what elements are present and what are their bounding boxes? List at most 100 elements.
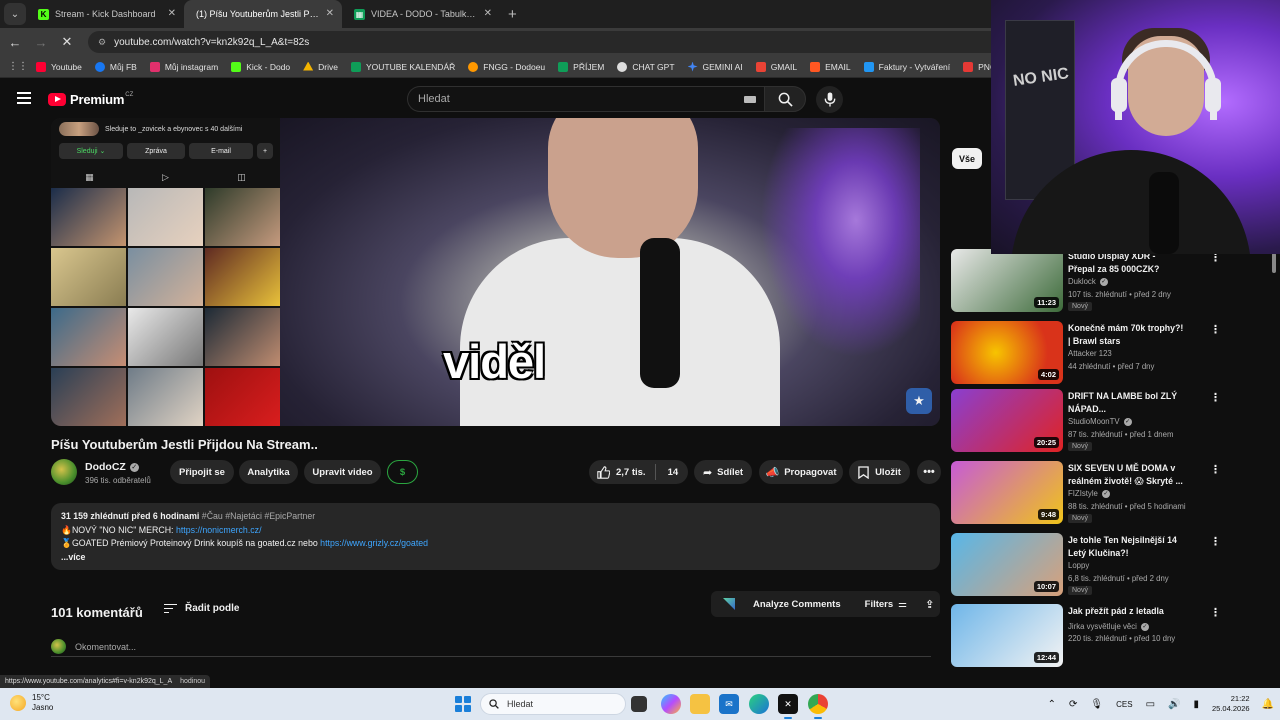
keyboard-icon[interactable] [744, 96, 756, 103]
recommendation-item[interactable]: 11:23 Studio Display XDR - Přepal za 85 … [951, 249, 1221, 315]
task-view-icon[interactable] [631, 696, 647, 712]
filters-button[interactable]: Filters ⚌ [865, 599, 907, 610]
video-thumbnail[interactable]: 20:25 [951, 389, 1063, 452]
description-box[interactable]: 31 159 zhlédnutí před 6 hodinami #Čau #N… [51, 503, 940, 570]
network-icon[interactable]: ▭ [1146, 699, 1155, 710]
forward-arrow-icon[interactable]: → [30, 35, 52, 50]
show-more-link[interactable]: ...více [61, 551, 930, 565]
bookmark-faktury[interactable]: Faktury - Vytváření [863, 61, 950, 72]
apps-grid-icon[interactable]: ⋮⋮ [8, 61, 28, 72]
join-button[interactable]: Připojit se [170, 460, 234, 484]
channel-avatar[interactable] [51, 459, 77, 485]
weather-widget[interactable]: 15°C Jasno [10, 693, 53, 713]
bookmark-drive[interactable]: Drive [303, 61, 338, 72]
recommendation-channel[interactable]: Jirka vysvětluje věci ✓ [1068, 622, 1149, 631]
bookmark-instagram[interactable]: Můj instagram [149, 61, 218, 72]
tab-search-button[interactable]: ⌄ [4, 3, 26, 25]
save-button[interactable]: Uložit [849, 460, 910, 484]
sidebar-scrollbar[interactable] [1272, 253, 1276, 273]
video-thumbnail[interactable]: 11:23 [951, 249, 1063, 312]
kebab-menu-icon[interactable]: ⋮ [1210, 323, 1221, 336]
video-player[interactable]: Sleduje to _zovicek a ebynovec s 40 dalš… [51, 118, 940, 426]
recommendation-title[interactable]: Konečně mám 70k trophy?! | Brawl stars [1068, 322, 1184, 347]
taskbar-search-input[interactable]: Hledat [480, 693, 626, 715]
site-info-icon[interactable]: ⚙ [98, 37, 106, 48]
youtube-premium-logo[interactable]: Premium CZ [48, 92, 133, 107]
stop-loading-icon[interactable]: ✕ [56, 34, 78, 50]
thanks-dollar-button[interactable]: $ [387, 460, 418, 484]
clock[interactable]: 21:22 25.04.2026 [1212, 694, 1250, 714]
recommendation-item[interactable]: 20:25 DRIFT NA LAMBE bol ZLÝ NÁPAD... St… [951, 389, 1221, 455]
address-bar[interactable]: ⚙ youtube.com/watch?v=kn2k92q_L_A&t=82s [88, 31, 1008, 53]
search-input[interactable]: Hledat [407, 86, 764, 112]
chrome-icon[interactable] [808, 694, 828, 719]
recommendation-channel[interactable]: FIZIstyle ✓ [1068, 489, 1110, 498]
search-button[interactable] [764, 86, 806, 112]
promote-button[interactable]: 📣 Propagovat [759, 460, 843, 484]
battery-icon[interactable]: ▮ [1193, 699, 1199, 710]
bookmark-youtube-calendar[interactable]: YOUTUBE KALENDÁŘ [350, 61, 455, 72]
edge-icon[interactable] [749, 694, 769, 714]
recommendation-title[interactable]: SIX SEVEN U MĚ DOMA v reálném životě! 😱 … [1068, 462, 1184, 487]
analyze-comments-button[interactable]: Analyze Comments [753, 599, 841, 610]
bookmark-email[interactable]: EMAIL [810, 61, 851, 72]
recommendation-item[interactable]: 4:02 Konečně mám 70k trophy?! | Brawl st… [951, 321, 1221, 387]
new-tab-button[interactable]: + [508, 6, 517, 23]
tab-google-sheets[interactable]: ▦ VIDEA - DODO - Tabulky Googlu ✕ [342, 0, 500, 28]
sync-icon[interactable]: ⟳ [1069, 699, 1077, 710]
recommendation-channel[interactable]: StudioMoonTV ✓ [1068, 417, 1132, 426]
analytics-button[interactable]: Analytika [239, 460, 298, 484]
bookmark-chatgpt[interactable]: CHAT GPT [617, 61, 675, 72]
add-comment-input[interactable]: Okomentovat... [51, 637, 931, 657]
bookmark-fngg[interactable]: FNGG - Dodoeu [468, 61, 545, 72]
recommendation-title[interactable]: Jak přežít pád z letadla [1068, 605, 1184, 618]
hashtags[interactable]: #Čau #Najetáci #EpicPartner [202, 511, 315, 521]
file-explorer-icon[interactable] [690, 694, 710, 714]
recommendation-title[interactable]: Je tohle Ten Nejsilnější 14 Letý Klučina… [1068, 534, 1184, 559]
volume-icon[interactable]: 🔊 [1168, 699, 1180, 710]
back-arrow-icon[interactable]: ← [4, 35, 26, 50]
kebab-menu-icon[interactable]: ⋮ [1210, 391, 1221, 404]
voice-search-button[interactable] [816, 86, 843, 113]
kebab-menu-icon[interactable]: ⋮ [1210, 463, 1221, 476]
more-actions-button[interactable]: ••• [917, 460, 941, 484]
video-thumbnail[interactable]: 4:02 [951, 321, 1063, 384]
kebab-menu-icon[interactable]: ⋮ [1210, 535, 1221, 548]
bookmark-gmail[interactable]: GMAIL [755, 61, 797, 72]
capcut-icon[interactable]: ✕ [778, 694, 798, 719]
share-button[interactable]: ➦ Sdílet [694, 460, 752, 484]
notification-bell-icon[interactable]: 🔔 [1262, 699, 1274, 710]
bookmark-youtube[interactable]: Youtube [36, 61, 82, 72]
recommendation-channel[interactable]: Duklock ✓ [1068, 277, 1108, 286]
bookmark-gemini[interactable]: GEMINI AI [687, 61, 743, 72]
close-icon[interactable]: ✕ [484, 8, 492, 19]
chevron-up-icon[interactable]: ⌃ [1048, 699, 1056, 710]
copilot-icon[interactable] [661, 694, 681, 714]
recommendation-item[interactable]: 9:48 SIX SEVEN U MĚ DOMA v reálném život… [951, 461, 1221, 527]
menu-icon[interactable] [17, 92, 31, 104]
like-button[interactable]: 2,7 tis. [589, 460, 646, 484]
outlook-icon[interactable]: ✉ [719, 694, 739, 714]
video-thumbnail[interactable]: 9:48 [951, 461, 1063, 524]
close-icon[interactable]: ✕ [168, 8, 176, 19]
sort-comments-button[interactable]: Řadit podle [164, 603, 239, 614]
tab-youtube-video[interactable]: (1) Píšu Youtuberům Jestli Přijdou Na St… [184, 0, 342, 28]
edit-video-button[interactable]: Upravit video [304, 460, 381, 484]
tab-kick-dashboard[interactable]: K Stream - Kick Dashboard ✕ [26, 0, 184, 28]
video-thumbnail[interactable]: 10:07 [951, 533, 1063, 596]
microphone-tray-icon[interactable]: 🎙 [1090, 699, 1103, 710]
close-icon[interactable]: ✕ [326, 8, 334, 19]
bookmark-kick[interactable]: Kick - Dodo [231, 61, 290, 72]
recommendation-item[interactable]: 12:44 Jak přežít pád z letadla Jirka vys… [951, 604, 1221, 670]
recommendation-channel[interactable]: Loppy [1068, 561, 1089, 570]
bookmark-facebook[interactable]: Můj FB [94, 61, 137, 72]
recommendation-channel[interactable]: Attacker 123 [1068, 349, 1112, 358]
recommendation-item[interactable]: 10:07 Je tohle Ten Nejsilnější 14 Letý K… [951, 533, 1221, 599]
video-thumbnail[interactable]: 12:44 [951, 604, 1063, 667]
merch-link[interactable]: https://nonicmerch.cz/ [176, 525, 262, 535]
windows-start-icon[interactable] [455, 696, 471, 712]
filter-chip-all[interactable]: Vše [952, 148, 982, 169]
language-indicator[interactable]: CES [1116, 700, 1132, 709]
recommendation-title[interactable]: DRIFT NA LAMBE bol ZLÝ NÁPAD... [1068, 390, 1184, 415]
dislike-button[interactable]: 14 [656, 460, 679, 484]
